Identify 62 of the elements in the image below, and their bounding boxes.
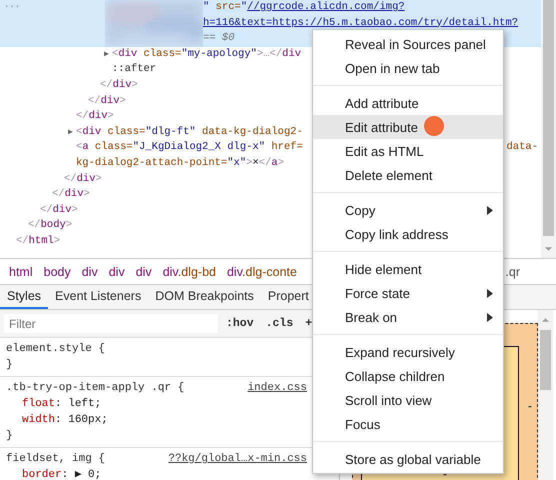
toolbar-button[interactable]: .cls xyxy=(262,317,298,330)
css-declaration: width: 160px; xyxy=(22,413,109,428)
scroll-down-icon[interactable] xyxy=(544,246,553,252)
scrollbar[interactable] xyxy=(538,310,553,480)
menu-item[interactable]: Scroll into view xyxy=(313,388,503,412)
code-line: </div> xyxy=(64,172,102,187)
css-selector: fieldset, img { xyxy=(6,452,106,467)
breadcrumb-item[interactable]: html xyxy=(9,264,33,278)
menu-item[interactable]: Store as global variable xyxy=(313,447,503,471)
code-line: </div> xyxy=(52,187,90,202)
tab[interactable]: DOM Breakpoints xyxy=(148,285,261,309)
code-line: ▶ <div class="dlg-ft" data-kg-dialog2- xyxy=(68,124,303,140)
scroll-up-icon[interactable] xyxy=(541,317,550,323)
menu-item[interactable]: Edit as HTML xyxy=(313,139,503,163)
code-line: </div> xyxy=(76,109,114,124)
menu-item[interactable]: Copy xyxy=(313,198,503,222)
filter-field[interactable]: Filter xyxy=(4,314,218,333)
toolbar-button[interactable]: :hov xyxy=(222,317,258,330)
margin-value: - xyxy=(528,399,532,413)
menu-item[interactable]: Delete element xyxy=(313,163,503,187)
menu-item[interactable]: Hide element xyxy=(313,257,503,281)
tab[interactable]: Event Listeners xyxy=(48,285,148,309)
menu-item[interactable]: Open in new tab xyxy=(313,56,503,80)
margin-value: - xyxy=(442,468,448,480)
breadcrumb-item[interactable]: .qr xyxy=(505,264,520,278)
breadcrumb-item[interactable]: div xyxy=(82,264,98,278)
code-line: </body> xyxy=(28,218,72,234)
code-line: <a class="J_KgDialog2_X dlg-x" href= xyxy=(76,140,303,156)
breadcrumb-item[interactable]: div.dlg-conte xyxy=(226,264,297,278)
breadcrumb-item[interactable]: div xyxy=(136,264,152,278)
code-line: ▶ <div class="my-apology">…</div xyxy=(104,46,302,62)
css-selector: element.style { xyxy=(6,342,106,357)
code-line: ::after xyxy=(112,62,156,78)
code-line: == $0 xyxy=(203,31,235,46)
menu-item[interactable]: Expand recursively xyxy=(313,340,503,364)
code-line: kg-dialog2-attach-point="x">×</a> xyxy=(76,156,284,171)
menu-item[interactable]: Add attribute xyxy=(313,91,503,115)
breadcrumb-item[interactable]: div xyxy=(108,264,125,278)
menu-item[interactable]: Reveal in Sources panel xyxy=(313,32,503,56)
code-line: </html> xyxy=(16,234,60,249)
code-line: </div> xyxy=(100,78,138,93)
breadcrumb-item[interactable]: body xyxy=(44,264,71,278)
menu-item[interactable]: Force state xyxy=(313,281,503,305)
menu-item[interactable]: Copy link address xyxy=(313,222,503,246)
menu-item[interactable]: Edit attribute xyxy=(313,115,503,139)
tab[interactable]: Propert xyxy=(260,285,316,309)
code-line: </div> xyxy=(88,94,126,109)
menu-item[interactable]: Focus xyxy=(313,412,503,436)
closing-brace: } xyxy=(6,358,14,373)
closing-brace: } xyxy=(6,429,14,444)
code-line: data- xyxy=(506,140,538,156)
scrollbar[interactable] xyxy=(541,0,556,258)
source-link[interactable]: ??kg/global…x-min.css xyxy=(168,451,307,467)
css-selector: .tb-try-op-item-apply .qr { xyxy=(6,381,184,396)
source-link[interactable]: index.css xyxy=(248,380,307,396)
css-declaration: float: left; xyxy=(22,397,102,412)
code-line: " src="//ggrcode.alicdn.com/img? xyxy=(203,0,405,15)
breadcrumb-item[interactable]: div.dlg-bd xyxy=(162,264,216,278)
css-declaration: border: ▶ 0; xyxy=(22,468,102,480)
code-line: </div> xyxy=(40,202,78,218)
code-line: h=116&text=https://h5.m.taobao.com/try/detail.htm? xyxy=(203,16,518,31)
menu-item[interactable]: Collapse children xyxy=(313,364,503,388)
